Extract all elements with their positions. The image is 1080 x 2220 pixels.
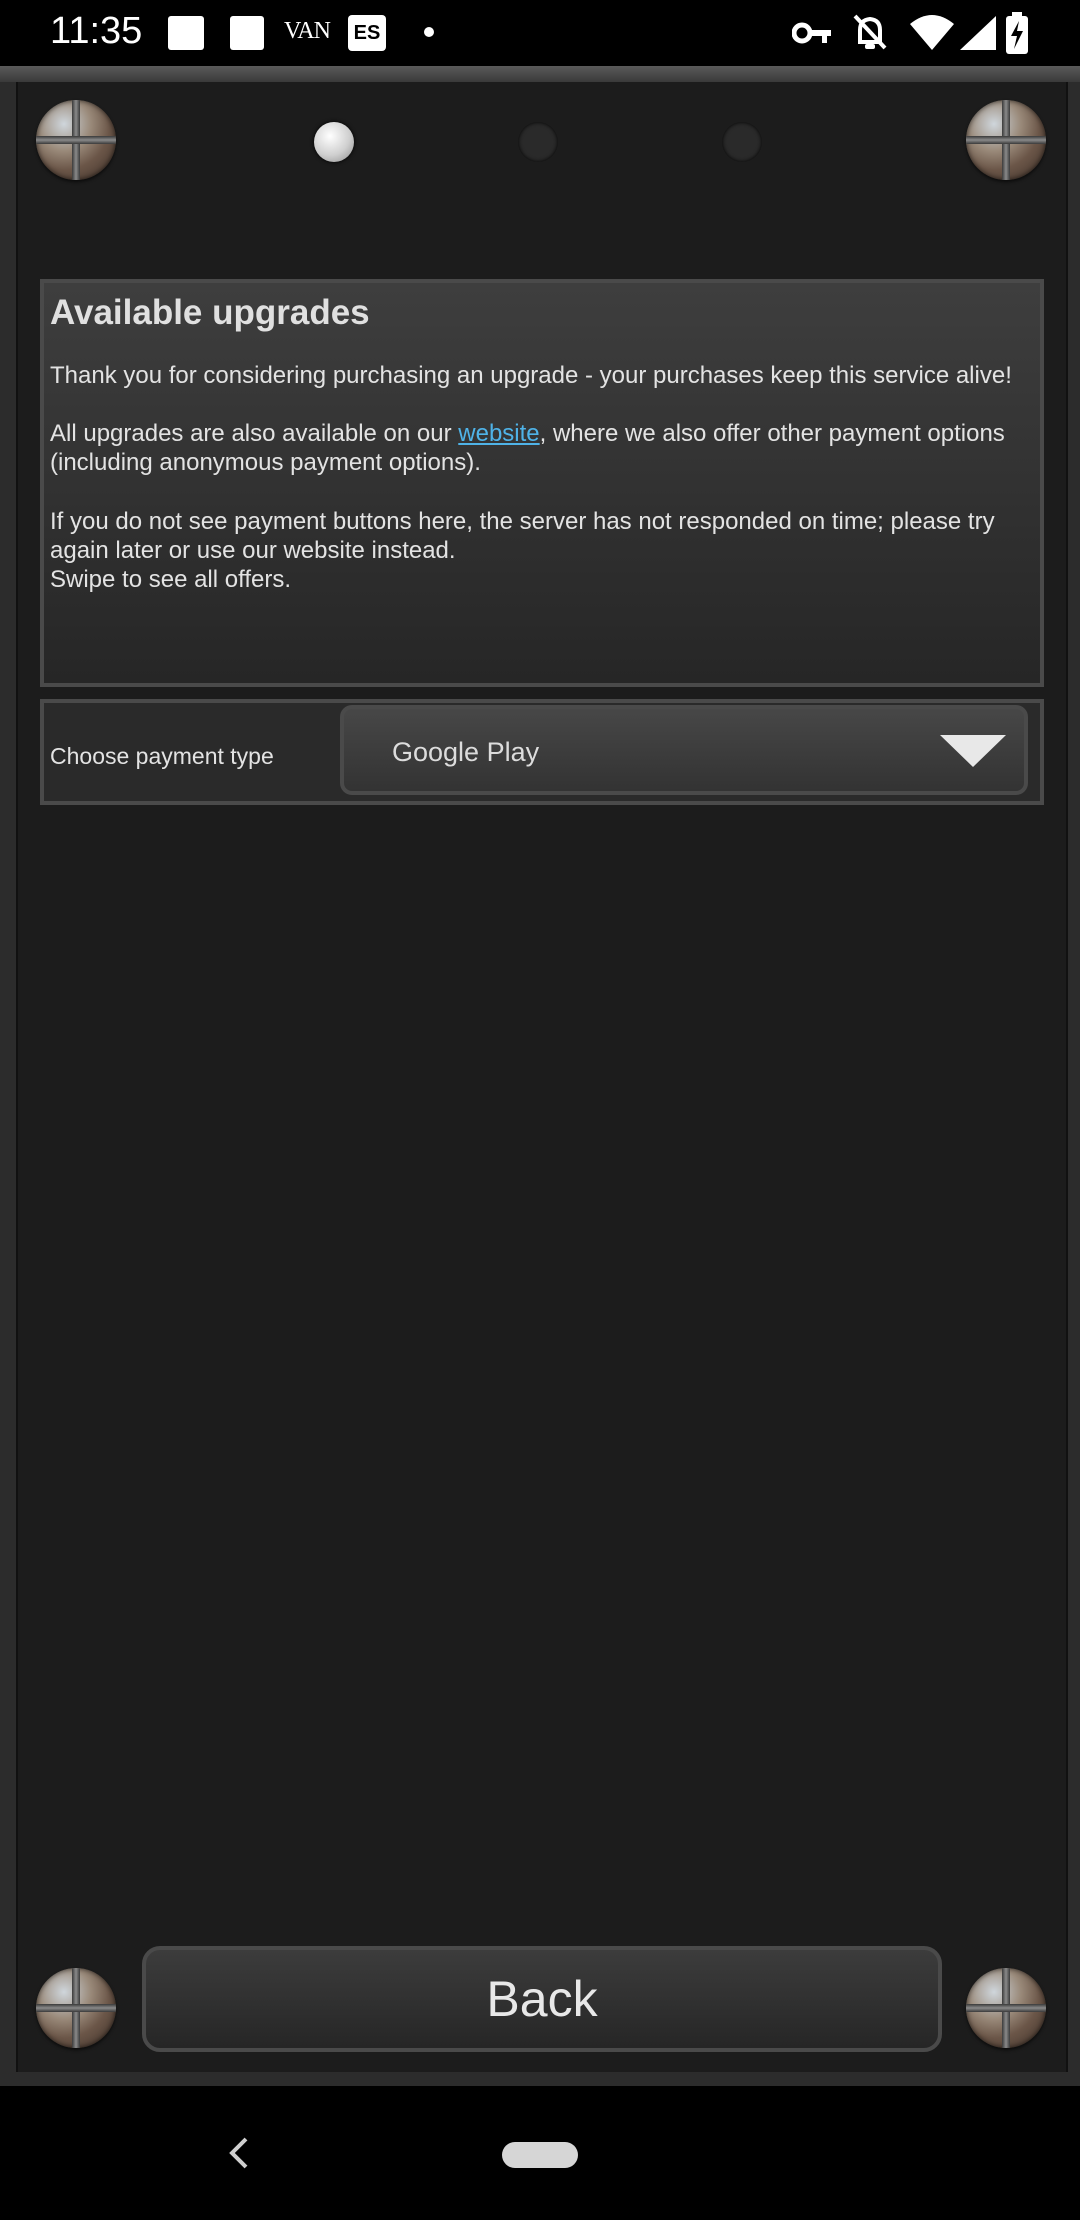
website-text-start: All upgrades are also available on our [50, 420, 459, 447]
rivet-icon [36, 100, 116, 180]
website-info-text: All upgrades are also available on our w… [50, 419, 1040, 477]
dropdown-arrow-icon [940, 735, 1006, 767]
chevron-left-icon[interactable] [226, 2136, 250, 2170]
square-icon [168, 16, 204, 50]
square-icon [230, 16, 264, 50]
wifi-icon [910, 15, 954, 50]
signal-icon [960, 16, 996, 50]
app-frame: Available upgrades Thank you for conside… [0, 66, 1080, 2086]
website-link[interactable]: website [458, 420, 539, 447]
thank-you-text: Thank you for considering purchasing an … [50, 362, 1012, 389]
payment-type-panel: Choose payment type Google Play [40, 699, 1044, 805]
key-icon [792, 22, 831, 44]
status-bar: 11:35 VAN ES [0, 0, 1080, 66]
van-notification-icon: VAN [284, 18, 331, 44]
dot-icon [424, 27, 434, 37]
status-time: 11:35 [50, 10, 143, 52]
page-indicator-3[interactable] [722, 122, 762, 162]
page-indicator-1[interactable] [314, 122, 354, 162]
bell-off-icon [853, 14, 887, 50]
content-area[interactable]: Available upgrades Thank you for conside… [16, 82, 1068, 2072]
back-button[interactable]: Back [142, 1946, 942, 2052]
upgrades-info-panel: Available upgrades Thank you for conside… [40, 279, 1044, 687]
navigation-bar [0, 2086, 1080, 2220]
rivet-icon [966, 1968, 1046, 2048]
frame-bottom [0, 2072, 1080, 2086]
server-notice-text: If you do not see payment buttons here, … [50, 508, 995, 564]
rivet-icon [36, 1968, 116, 2048]
page-indicator-2[interactable] [518, 122, 558, 162]
es-notification-icon: ES [348, 15, 386, 51]
rivet-icon [966, 100, 1046, 180]
frame-bevel [0, 66, 1080, 82]
battery-charging-icon [1006, 12, 1028, 54]
home-pill-icon[interactable] [502, 2142, 578, 2168]
payment-type-select[interactable]: Google Play [340, 705, 1028, 795]
panel-title: Available upgrades [50, 293, 370, 332]
payment-type-value: Google Play [392, 737, 540, 767]
payment-type-label: Choose payment type [50, 743, 274, 769]
swipe-hint-text: Swipe to see all offers. [50, 566, 292, 593]
